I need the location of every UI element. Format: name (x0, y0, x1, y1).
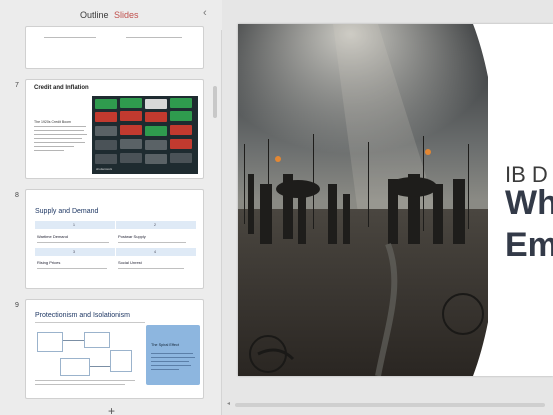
collapse-panel-icon[interactable]: ‹ (203, 7, 207, 19)
text-line (37, 242, 109, 243)
ticker-cell (170, 139, 192, 149)
horizontal-scrollbar[interactable]: ◂ (225, 400, 553, 408)
slide-heading-line-1: Wh (505, 184, 553, 222)
text-line (34, 138, 82, 139)
photo-watermark: shutterstock (96, 167, 113, 171)
cell-label: Social Unrest (118, 260, 142, 265)
ticker-cell (170, 98, 192, 108)
scroll-thumb[interactable] (235, 403, 545, 407)
flow-box (60, 358, 90, 376)
effect-title: The Spiral Effect (151, 343, 179, 347)
ticker-cell (145, 126, 167, 136)
slide-8-title: Supply and Demand (35, 208, 99, 215)
flow-box (110, 350, 132, 372)
add-slide-button[interactable]: + (108, 404, 115, 415)
text-line (34, 134, 87, 135)
flow-box (37, 332, 63, 352)
stock-ticker-image (92, 96, 198, 174)
presentation-app: Outline Slides ‹ 7 Credit and Inflation … (0, 0, 553, 415)
slide-heading-line-2: Em (505, 226, 553, 264)
tab-slides[interactable]: Slides (114, 10, 139, 20)
text-line (151, 357, 195, 358)
slide-thumbnail-6[interactable] (25, 26, 204, 69)
ticker-cell (120, 153, 142, 163)
text-line (151, 353, 193, 354)
grid-header-3: 3 (35, 248, 115, 256)
effect-callout: The Spiral Effect (146, 325, 200, 385)
flow-arrow (90, 366, 110, 367)
ticker-cell (95, 154, 117, 164)
ticker-cell (95, 140, 117, 150)
text-line (118, 268, 184, 269)
text-line (44, 37, 96, 38)
scroll-left-icon[interactable]: ◂ (227, 400, 230, 407)
ticker-cell (170, 125, 192, 135)
text-line (34, 146, 74, 147)
text-line (35, 380, 135, 381)
ticker-cell (145, 112, 167, 122)
ticker-cell (95, 126, 117, 136)
text-line (126, 37, 182, 38)
cell-label: Postwar Supply (118, 234, 146, 239)
slide-number-8: 8 (15, 192, 19, 199)
ticker-cell (170, 153, 192, 163)
panel-scrollbar[interactable] (213, 86, 217, 118)
cell-number: 1 (73, 223, 75, 227)
cell-number: 2 (154, 223, 156, 227)
text-line (118, 242, 186, 243)
grid-header-4: 4 (116, 248, 196, 256)
text-line (35, 384, 125, 385)
slide-thumbnail-8[interactable]: Supply and Demand 1 2 Wartime Demand Pos… (25, 189, 204, 289)
divider (35, 322, 145, 323)
flow-arrow (63, 340, 84, 341)
ticker-cell (95, 99, 117, 109)
ticker-cell (120, 98, 142, 108)
cell-number: 3 (73, 250, 75, 254)
slide-7-title: Credit and Inflation (34, 85, 89, 91)
flow-box (84, 332, 110, 348)
grid-header-1: 1 (35, 221, 115, 229)
ticker-cell (145, 140, 167, 150)
text-line (151, 369, 179, 370)
ticker-cell (170, 111, 192, 121)
text-line (34, 142, 85, 143)
text-line (151, 361, 189, 362)
battlefield-image (238, 24, 488, 376)
slide-number-9: 9 (15, 302, 19, 309)
tab-outline[interactable]: Outline (80, 10, 109, 20)
grid-header-2: 2 (116, 221, 196, 229)
slides-panel: Outline Slides ‹ 7 Credit and Inflation … (0, 0, 222, 415)
text-line (151, 365, 191, 366)
slide-thumbnail-9[interactable]: Protectionism and Isolationism The Spira… (25, 299, 204, 399)
slide-9-title: Protectionism and Isolationism (35, 312, 130, 319)
text-line (34, 130, 84, 131)
ticker-cell (145, 99, 167, 109)
ticker-cell (120, 139, 142, 149)
ticker-cell (95, 112, 117, 122)
cell-label: Rising Prices (37, 260, 61, 265)
text-line (34, 126, 86, 127)
cell-label: Wartime Demand (37, 234, 68, 239)
text-line (37, 268, 107, 269)
cell-number: 4 (154, 250, 156, 254)
ticker-cell (120, 111, 142, 121)
text-line (34, 150, 64, 151)
slide-thumbnail-7[interactable]: Credit and Inflation The 1920s Credit Bo… (25, 79, 204, 179)
slide-editor: IB D Wh Em (223, 0, 553, 415)
slide-7-subtitle: The 1920s Credit Boom (34, 120, 71, 124)
slide-number-7: 7 (15, 82, 19, 89)
ticker-cell (145, 154, 167, 164)
slide-canvas[interactable]: IB D Wh Em (238, 24, 553, 376)
ticker-cell (120, 125, 142, 135)
